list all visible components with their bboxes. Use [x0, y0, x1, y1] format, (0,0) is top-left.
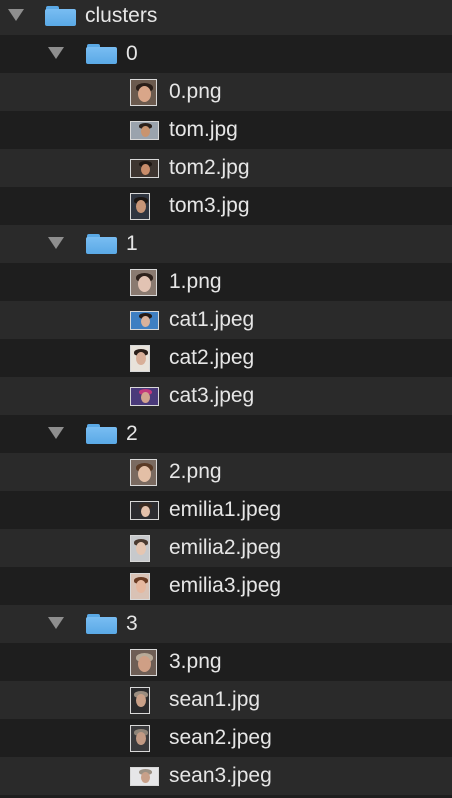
tree-row-folder-0[interactable]: 0	[0, 35, 452, 73]
tree-row-folder-2[interactable]: 2	[0, 415, 452, 453]
image-thumbnail-icon	[130, 159, 159, 178]
tree-row-file[interactable]: tom.jpg	[0, 111, 452, 149]
file-label: 0.png	[169, 80, 222, 103]
file-label: 2.png	[169, 460, 222, 483]
disclosure-triangle-icon[interactable]	[48, 617, 64, 629]
folder-icon	[86, 234, 117, 254]
tree-row-file[interactable]: sean2.jpeg	[0, 719, 452, 757]
folder-label: 3	[126, 612, 138, 635]
file-label: 3.png	[169, 650, 222, 673]
disclosure-triangle-icon[interactable]	[48, 47, 64, 59]
image-thumbnail-icon	[130, 767, 159, 786]
image-thumbnail-icon	[130, 573, 150, 600]
image-thumbnail-icon	[130, 649, 157, 676]
image-thumbnail-icon	[130, 387, 159, 406]
tree-row-clusters[interactable]: clusters	[0, 0, 452, 35]
tree-row-file[interactable]: 1.png	[0, 263, 452, 301]
image-thumbnail-icon	[130, 345, 150, 372]
file-label: emilia3.jpeg	[169, 574, 282, 597]
image-thumbnail-icon	[130, 79, 157, 106]
disclosure-triangle-icon[interactable]	[48, 237, 64, 249]
folder-label: 0	[126, 42, 138, 65]
image-thumbnail-icon	[130, 535, 150, 562]
image-thumbnail-icon	[130, 121, 159, 140]
file-label: tom.jpg	[169, 118, 238, 141]
tree-row-file[interactable]: 2.png	[0, 453, 452, 491]
folder-icon	[86, 424, 117, 444]
image-thumbnail-icon	[130, 725, 150, 752]
file-label: tom3.jpg	[169, 194, 250, 217]
disclosure-triangle-icon[interactable]	[8, 9, 24, 21]
image-thumbnail-icon	[130, 687, 150, 714]
folder-icon	[45, 6, 76, 26]
file-label: cat1.jpeg	[169, 308, 255, 331]
tree-row-file[interactable]: sean1.jpg	[0, 681, 452, 719]
image-thumbnail-icon	[130, 459, 157, 486]
file-label: sean1.jpg	[169, 688, 261, 711]
file-label: sean3.jpeg	[169, 764, 272, 787]
folder-label: 1	[126, 232, 138, 255]
tree-row-file[interactable]: 0.png	[0, 73, 452, 111]
tree-row-folder-1[interactable]: 1	[0, 225, 452, 263]
tree-row-file[interactable]: emilia3.jpeg	[0, 567, 452, 605]
tree-row-file[interactable]: sean3.jpeg	[0, 757, 452, 795]
tree-row-file[interactable]: emilia1.jpeg	[0, 491, 452, 529]
image-thumbnail-icon	[130, 193, 150, 220]
image-thumbnail-icon	[130, 501, 159, 520]
file-label: sean2.jpeg	[169, 726, 272, 749]
image-thumbnail-icon	[130, 269, 157, 296]
file-label: cat3.jpeg	[169, 384, 255, 407]
disclosure-triangle-icon[interactable]	[48, 427, 64, 439]
tree-row-file[interactable]: cat1.jpeg	[0, 301, 452, 339]
file-label: emilia2.jpeg	[169, 536, 282, 559]
file-label: tom2.jpg	[169, 156, 250, 179]
folder-icon	[86, 44, 117, 64]
tree-row-file[interactable]: tom3.jpg	[0, 187, 452, 225]
tree-row-file[interactable]: cat2.jpeg	[0, 339, 452, 377]
image-thumbnail-icon	[130, 311, 159, 330]
tree-row-file[interactable]: emilia2.jpeg	[0, 529, 452, 567]
file-label: 1.png	[169, 270, 222, 293]
file-tree: clusters 0 0.png tom.jpg tom2.jpg tom3.jpg 1 1…	[0, 0, 452, 795]
tree-row-file[interactable]: tom2.jpg	[0, 149, 452, 187]
folder-label: clusters	[85, 4, 158, 27]
folder-label: 2	[126, 422, 138, 445]
cluster-list: 0 0.png tom.jpg tom2.jpg tom3.jpg 1 1.png cat1.…	[0, 35, 452, 795]
file-label: emilia1.jpeg	[169, 498, 282, 521]
file-label: cat2.jpeg	[169, 346, 255, 369]
tree-row-file[interactable]: 3.png	[0, 643, 452, 681]
tree-row-file[interactable]: cat3.jpeg	[0, 377, 452, 415]
tree-row-folder-3[interactable]: 3	[0, 605, 452, 643]
folder-icon	[86, 614, 117, 634]
